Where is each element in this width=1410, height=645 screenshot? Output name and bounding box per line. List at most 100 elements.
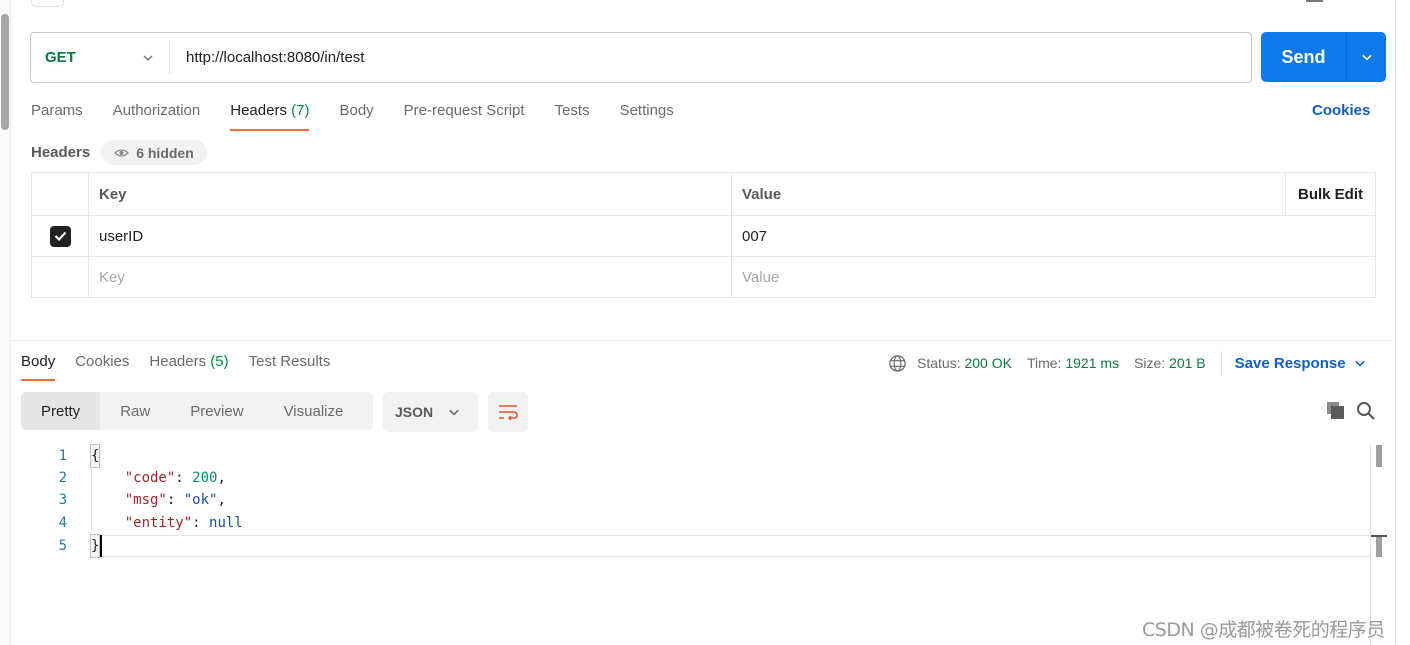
header-value-input[interactable]: 007 — [732, 216, 1375, 256]
tab-label: Body — [21, 353, 56, 370]
time-label: Time: — [1026, 355, 1062, 371]
tab-response-cookies[interactable]: Cookies — [75, 351, 129, 382]
json-value: null — [209, 515, 243, 531]
row-check-cell — [32, 257, 89, 297]
tab-test-results[interactable]: Test Results — [249, 351, 331, 382]
send-button[interactable]: Send — [1261, 32, 1347, 82]
tab-label: Authorization — [112, 102, 201, 119]
hidden-headers-toggle[interactable]: 6 hidden — [101, 140, 207, 165]
new-key-input[interactable]: Key — [89, 257, 732, 297]
response-meta: Status: 200 OK Time: 1921 ms Size: 201 B… — [888, 351, 1366, 375]
time-info[interactable]: Time: 1921 ms — [1027, 355, 1119, 371]
table-row-empty: Key Value — [32, 256, 1375, 297]
headers-section-header: Headers 6 hidden — [31, 140, 207, 165]
globe-icon[interactable] — [888, 354, 907, 373]
tab-response-body[interactable]: Body — [21, 351, 56, 382]
tab-body[interactable]: Body — [339, 100, 373, 132]
chevron-down-icon — [1361, 54, 1372, 61]
value-column-header: Value — [742, 185, 782, 203]
save-response-label: Save Response — [1234, 354, 1346, 372]
chevron-down-icon — [1354, 360, 1365, 367]
line-number: 2 — [58, 470, 67, 486]
code-line: "entity": null — [124, 515, 243, 531]
wrap-lines-icon — [499, 405, 518, 420]
status-label: Status: — [917, 355, 961, 371]
close-brace: } — [89, 534, 101, 558]
url-input[interactable] — [186, 49, 1186, 66]
size-label: Size: — [1134, 355, 1166, 371]
top-partial-button[interactable] — [31, 0, 64, 7]
code-line: } — [89, 534, 101, 558]
size-value: 201 B — [1169, 355, 1206, 371]
tab-label: Settings — [619, 102, 674, 119]
top-partial-icon — [1306, 0, 1323, 2]
row-check-cell — [32, 216, 89, 256]
url-bar: GET — [30, 32, 1252, 83]
tab-authorization[interactable]: Authorization — [113, 100, 201, 132]
table-row: userID 007 — [32, 215, 1375, 256]
json-key: "entity" — [124, 515, 193, 531]
line-number: 1 — [58, 448, 67, 464]
key-column-header: Key — [89, 173, 732, 215]
response-tabs: Body Cookies Headers (5) Test Results — [21, 351, 350, 382]
new-value-input[interactable]: Value — [732, 257, 1375, 297]
json-value: "ok" — [183, 492, 218, 508]
send-options-button[interactable] — [1347, 32, 1386, 82]
tab-settings[interactable]: Settings — [620, 100, 674, 132]
cookies-link[interactable]: Cookies — [1312, 102, 1370, 119]
format-select[interactable]: JSON — [383, 392, 478, 432]
status-info[interactable]: Status: 200 OK — [917, 355, 1012, 371]
header-enabled-checkbox[interactable] — [49, 225, 71, 247]
json-value: 200 — [192, 470, 218, 486]
copy-icon[interactable] — [1326, 401, 1345, 420]
search-icon[interactable] — [1356, 401, 1375, 420]
text-caret — [100, 535, 102, 557]
active-line-highlight — [91, 535, 1371, 557]
code-line: { — [89, 444, 101, 468]
mode-visualize[interactable]: Visualize — [264, 392, 364, 430]
size-info[interactable]: Size: 201 B — [1134, 355, 1206, 371]
mode-pretty[interactable]: Pretty — [21, 392, 101, 430]
separator — [1220, 351, 1222, 375]
json-key: "msg" — [124, 492, 167, 508]
response-headers-count: (5) — [210, 353, 229, 370]
tab-label: Tests — [554, 102, 590, 119]
tab-tests[interactable]: Tests — [555, 100, 590, 132]
method-select[interactable]: GET — [31, 41, 170, 74]
checkmark-icon — [54, 231, 66, 241]
body-view-modes: Pretty Raw Preview Visualize — [21, 392, 373, 430]
save-response-button[interactable]: Save Response — [1235, 355, 1366, 372]
method-label: GET — [45, 49, 76, 66]
hidden-count: 6 hidden — [136, 144, 194, 161]
tab-params[interactable]: Params — [31, 100, 83, 132]
tab-headers[interactable]: Headers (7) — [230, 100, 310, 132]
left-scrollbar-thumb[interactable] — [1, 14, 9, 130]
bulk-edit-button[interactable]: Bulk Edit — [1285, 173, 1375, 215]
tab-label: Params — [31, 102, 83, 119]
left-scrollbar[interactable] — [0, 0, 11, 645]
tab-label: Body — [339, 102, 374, 119]
tab-response-headers[interactable]: Headers (5) — [149, 351, 228, 382]
header-key-input[interactable]: userID — [89, 216, 732, 256]
code-line: "msg": "ok", — [124, 492, 226, 508]
json-key: "code" — [124, 470, 176, 486]
mode-raw[interactable]: Raw — [100, 392, 170, 430]
line-number: 4 — [58, 515, 67, 531]
tab-label: Pre-request Script — [403, 102, 525, 119]
headers-title: Headers — [31, 144, 91, 161]
watermark: CSDN @成都被卷死的程序员 — [1142, 619, 1385, 641]
mode-preview[interactable]: Preview — [170, 392, 263, 430]
wrap-lines-button[interactable] — [488, 392, 528, 432]
chevron-down-icon — [449, 409, 459, 416]
headers-count: (7) — [291, 102, 310, 119]
panel-border — [1395, 0, 1396, 645]
scroll-marker — [1376, 445, 1382, 467]
pane-divider[interactable] — [11, 340, 1395, 341]
eye-icon — [114, 148, 130, 157]
json-punct: , — [217, 470, 226, 486]
checkbox-column-header — [32, 173, 89, 215]
line-number: 3 — [58, 492, 67, 508]
time-value: 1921 ms — [1065, 355, 1120, 371]
tab-label: Headers — [149, 353, 207, 370]
tab-pre-request-script[interactable]: Pre-request Script — [404, 100, 525, 132]
